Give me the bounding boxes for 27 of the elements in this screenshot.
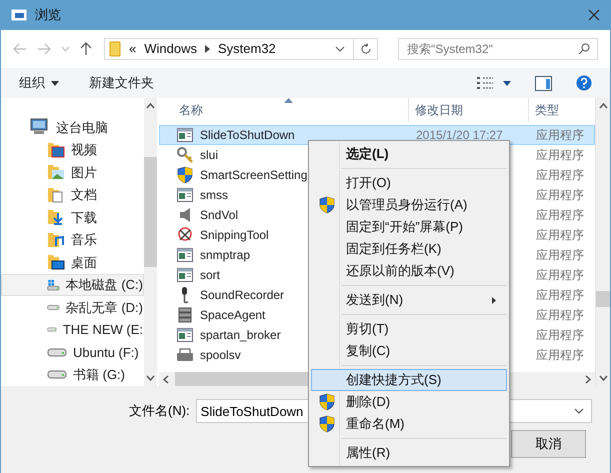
file-name: snmptrap xyxy=(200,247,250,264)
window-title: 浏览 xyxy=(35,6,61,24)
file-name: SnippingTool xyxy=(200,227,269,244)
file-name: sort xyxy=(200,267,220,284)
file-name: SmartScreenSetting xyxy=(200,167,308,184)
file-type: 应用程序 xyxy=(536,348,584,362)
file-type: 应用程序 xyxy=(536,188,584,202)
file-type: 应用程序 xyxy=(536,168,584,182)
file-type: 应用程序 xyxy=(536,288,584,302)
file-name: spartan_broker xyxy=(200,327,281,344)
file-name: SpaceAgent xyxy=(200,307,266,324)
file-type: 应用程序 xyxy=(536,268,584,282)
file-name: SlideToShutDown xyxy=(200,127,295,144)
file-type: 应用程序 xyxy=(536,228,584,242)
file-type: 应用程序 xyxy=(536,208,584,222)
file-type: 应用程序 xyxy=(536,328,584,342)
file-type: 应用程序 xyxy=(536,308,584,322)
file-name: spoolsv xyxy=(200,347,241,364)
file-type: 应用程序 xyxy=(536,128,584,142)
file-name-label: 文件名(N): xyxy=(129,402,190,420)
file-name: SndVol xyxy=(200,207,238,224)
file-name: SoundRecorder xyxy=(200,287,284,304)
file-type: 应用程序 xyxy=(536,248,584,262)
file-name: slui xyxy=(200,147,218,164)
modified-date: 2015/1/20 17:27 xyxy=(416,128,503,142)
file-name: smss xyxy=(200,187,228,204)
file-type: 应用程序 xyxy=(536,148,584,162)
